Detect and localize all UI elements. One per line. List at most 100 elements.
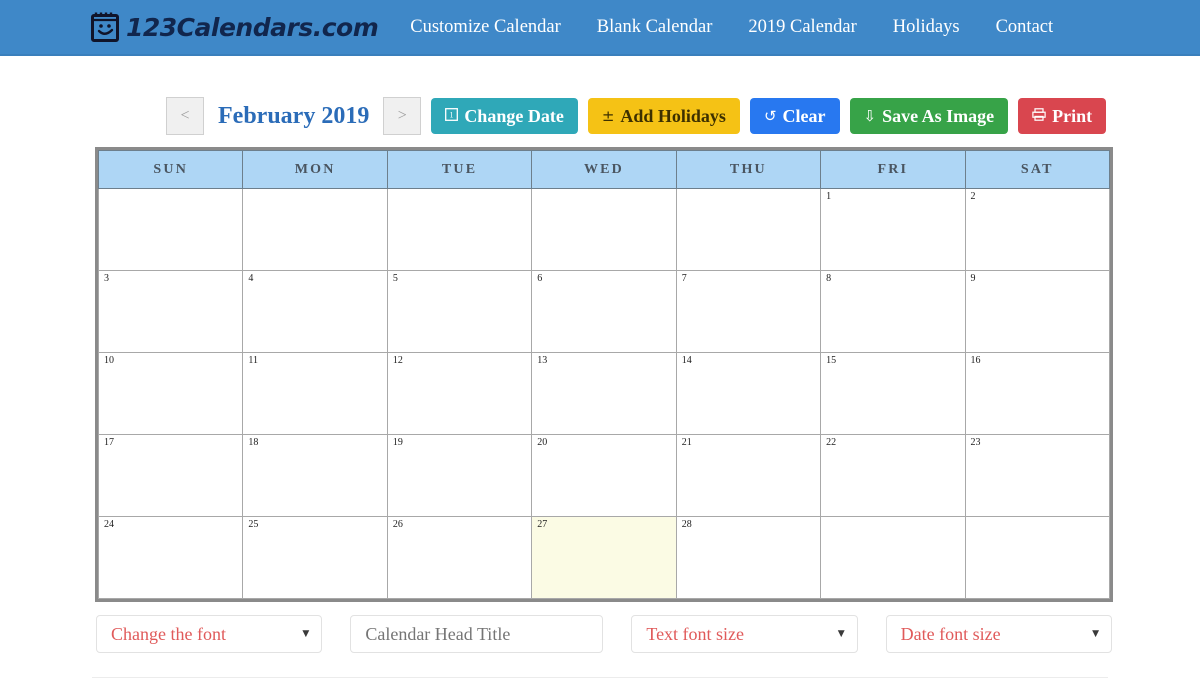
day-number: 14 [681, 355, 692, 366]
date-font-size-select[interactable]: Date font size ▼ [885, 615, 1112, 653]
calendar-day-cell-4[interactable]: 4 [242, 270, 388, 353]
calendar-day-cell-11[interactable]: 11 [242, 352, 388, 435]
day-number: 10 [104, 355, 114, 366]
calendar-day-cell-28[interactable]: 28 [675, 516, 822, 599]
refresh-icon: ↺ [763, 106, 777, 125]
chevron-down-icon: ▼ [302, 629, 310, 639]
download-icon: ⇩ [863, 106, 877, 125]
change-date-label: Change Date [464, 105, 564, 126]
calendar-day-cell-16[interactable]: 16 [964, 352, 1111, 435]
day-number: 6 [537, 273, 543, 284]
day-number: 23 [970, 437, 981, 448]
calendar-day-cell-6[interactable]: 6 [531, 270, 677, 353]
weekday-header-mon: MON [242, 150, 388, 189]
previous-month-button[interactable]: < [166, 97, 204, 135]
day-number: 3 [104, 273, 109, 284]
change-date-button[interactable]: 1 Change Date [431, 98, 578, 134]
calendar-body: 1 2 3 4 5 6 7 8 9 10 11 12 13 14 15 16 17 18 19 20 21 22 23 24 2… [97, 188, 1111, 599]
site-header: 123Calendars.com Customize Calendar Blan… [0, 0, 1200, 56]
nav-item-customize-calendar[interactable]: Customize Calendar [410, 17, 561, 38]
day-number: 25 [248, 519, 259, 530]
calendar-day-cell-27[interactable]: 27 [531, 516, 677, 599]
day-number: 20 [537, 437, 548, 448]
nav-item-blank-calendar[interactable]: Blank Calendar [597, 17, 713, 38]
weekday-header-row: SUN MON TUE WED THU FRI SAT [97, 150, 1111, 189]
calendar-style-controls: Change the font ▼ Text font size ▼ Date … [96, 615, 1112, 653]
day-number: 21 [681, 437, 692, 448]
save-as-image-button[interactable]: ⇩ Save As Image [849, 98, 1009, 134]
weekday-header-sun: SUN [97, 150, 244, 189]
calendar-day-cell-24[interactable]: 24 [97, 516, 244, 599]
calendar-day-cell-8[interactable]: 8 [820, 270, 966, 353]
calendar-day-cell-3[interactable]: 3 [97, 270, 244, 353]
calendar-day-cell-25[interactable]: 25 [242, 516, 388, 599]
calendar-week-row: 24 25 26 27 28 [97, 516, 1111, 599]
weekday-header-wed: WED [531, 150, 677, 189]
calendar-day-cell-19[interactable]: 19 [386, 434, 533, 517]
clear-button[interactable]: ↺ Clear [749, 98, 840, 134]
day-number: 11 [248, 355, 259, 366]
nav-item-holidays[interactable]: Holidays [893, 17, 960, 38]
day-number: 19 [392, 437, 403, 448]
weekday-header-fri: FRI [820, 150, 966, 189]
calendar-day-cell-13[interactable]: 13 [531, 352, 677, 435]
date-font-size-label: Date font size [900, 623, 1001, 644]
calendar-grid: SUN MON TUE WED THU FRI SAT 1 2 3 4 5 6 7 8 9 10 1… [95, 147, 1113, 602]
calendar-day-cell-5[interactable]: 5 [386, 270, 533, 353]
calendar-day-cell-empty [820, 516, 966, 599]
brand-logo[interactable]: 123Calendars.com [90, 11, 379, 43]
add-holidays-label: Add Holidays [620, 105, 726, 126]
day-number: 24 [104, 519, 114, 530]
calendar-day-cell-10[interactable]: 10 [97, 352, 244, 435]
calendar-week-row: 17 18 19 20 21 22 23 [97, 434, 1111, 517]
add-holidays-button[interactable]: ± Add Holidays [587, 98, 740, 134]
plus-minus-icon: ± [601, 106, 615, 125]
print-button[interactable]: Print [1018, 98, 1107, 134]
calendar-day-cell-12[interactable]: 12 [386, 352, 533, 435]
calendar-day-cell-9[interactable]: 9 [964, 270, 1111, 353]
day-number: 28 [681, 519, 692, 530]
calendar-day-cell-empty [531, 188, 677, 271]
calendar-week-row: 12 [97, 188, 1111, 271]
chevron-down-icon: ▼ [1092, 629, 1099, 639]
brand-name: 123Calendars.com [126, 12, 379, 42]
calendar-day-cell-15[interactable]: 15 [820, 352, 966, 435]
calendar-week-row: 10 11 12 13 14 15 16 [97, 352, 1111, 435]
calendar-day-cell-17[interactable]: 17 [97, 434, 244, 517]
calendar-day-cell-empty [97, 188, 244, 271]
chevron-down-icon: ▼ [837, 629, 845, 639]
calendar-head-title-input[interactable] [350, 615, 604, 653]
calendar-week-row: 3 4 5 6 7 8 9 [97, 270, 1111, 353]
font-select[interactable]: Change the font ▼ [96, 615, 323, 653]
calendar-day-cell-empty [242, 188, 388, 271]
day-number: 1 [826, 191, 832, 202]
main-navigation: Customize Calendar Blank Calendar 2019 C… [410, 17, 1053, 38]
clear-label: Clear [782, 105, 826, 126]
calendar-day-cell-21[interactable]: 21 [675, 434, 822, 517]
calendar-day-cell-22[interactable]: 22 [820, 434, 966, 517]
next-month-button[interactable]: > [383, 97, 422, 135]
weekday-header-sat: SAT [964, 150, 1111, 189]
weekday-header-tue: TUE [386, 150, 533, 189]
weekday-header-thu: THU [675, 150, 822, 189]
print-label: Print [1052, 105, 1093, 126]
calendar-day-cell-1[interactable]: 1 [820, 188, 966, 271]
calendar-date-icon: 1 [445, 108, 459, 124]
nav-item-2019-calendar[interactable]: 2019 Calendar [748, 17, 856, 38]
day-number: 8 [826, 273, 832, 284]
day-number: 9 [970, 273, 976, 284]
calendar-day-cell-18[interactable]: 18 [242, 434, 388, 517]
bottom-divider [92, 677, 1108, 678]
calendar-day-cell-26[interactable]: 26 [386, 516, 533, 599]
calendar-day-cell-2[interactable]: 2 [964, 188, 1111, 271]
day-number: 15 [826, 355, 837, 366]
calendar-day-cell-14[interactable]: 14 [675, 352, 822, 435]
calendar-day-cell-23[interactable]: 23 [964, 434, 1111, 517]
text-font-size-select[interactable]: Text font size ▼ [631, 615, 858, 653]
calendar-day-cell-20[interactable]: 20 [531, 434, 677, 517]
day-number: 27 [537, 519, 548, 530]
nav-item-contact[interactable]: Contact [996, 17, 1054, 38]
calendar-day-cell-7[interactable]: 7 [675, 270, 822, 353]
svg-text:1: 1 [450, 111, 454, 120]
day-number: 22 [826, 437, 837, 448]
